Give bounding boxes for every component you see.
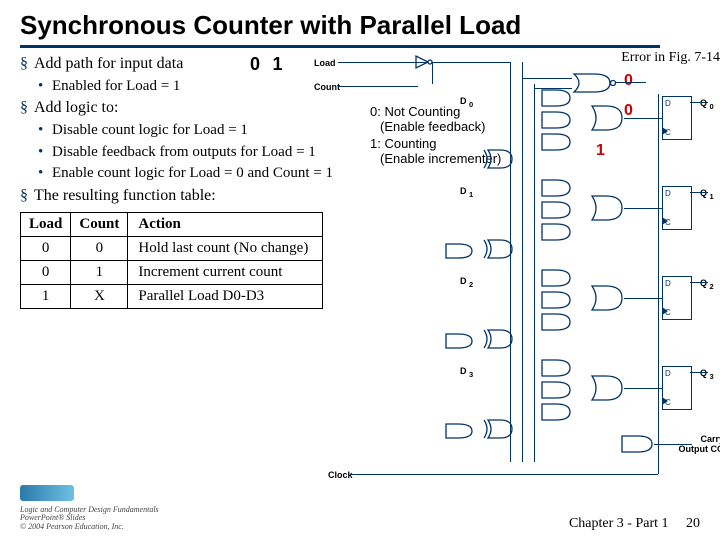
and-gate-icon [540,312,572,332]
xor-gate-icon [482,418,514,440]
and-gate-icon [540,268,572,288]
and-gate-icon [540,222,572,242]
bit-0: 0 [250,54,260,75]
th-load: Load [21,213,71,237]
divider [20,45,660,48]
function-table: Load Count Action 0 0 Hold last count (N… [20,212,323,309]
table-row: 0 1 Increment current count [21,261,323,285]
and-gate-icon [540,200,572,220]
slide-title: Synchronous Counter with Parallel Load [20,10,700,41]
or-gate-icon [590,104,624,132]
xor-gate-icon [482,238,514,260]
d-flip-flop: DC [662,276,692,320]
label-count: Count [314,82,340,92]
and-gate-icon [620,434,654,454]
and-gate-icon [540,380,572,400]
th-action: Action [128,213,323,237]
d-flip-flop: DC [662,96,692,140]
chapter-label: Chapter 3 - Part 1 [569,516,669,531]
and-gate-icon [540,358,572,378]
page-number: 20 [686,516,700,531]
table-row: 0 0 Hold last count (No change) [21,237,323,261]
bullet-3: The resulting function table: [34,187,216,204]
and-gate-icon [540,290,572,310]
d-flip-flop: DC [662,186,692,230]
pearson-logo [20,485,74,501]
th-count: Count [71,213,128,237]
and-gate-icon [540,178,572,198]
and-gate-icon [540,132,572,152]
and-gate-icon [444,332,474,350]
bit-1: 1 [272,54,282,75]
xor-gate-icon [482,148,514,170]
bullet-2-2: Disable feedback from outputs for Load =… [52,144,316,160]
not-gate-icon [414,54,434,70]
and-gate-icon [444,242,474,260]
bullet-1-1: Enabled for Load = 1 [52,78,180,94]
header-bits: 0 1 [250,54,290,75]
or-gate-icon [590,284,624,312]
circuit-diagram: Error in Fig. 7-14 Load Count 0 0 1 0: N… [390,54,720,494]
or-gate-icon [590,374,624,402]
and-gate-icon [540,88,572,108]
or-gate-icon [590,194,624,222]
d-flip-flop: DC [662,366,692,410]
and-gate-icon [540,402,572,422]
label-clock: Clock [328,470,353,480]
and-gate-icon [444,422,474,440]
label-load: Load [314,58,336,68]
bullet-2-3: Enable count logic for Load = 0 and Coun… [52,165,333,181]
and-gate-icon [540,110,572,130]
bullet-1: Add path for input data [34,55,183,72]
xor-gate-icon [482,328,514,350]
error-note: Error in Fig. 7-14 [621,50,720,66]
table-row: 1 X Parallel Load D0-D3 [21,285,323,309]
red-0-top: 0 [624,72,633,90]
bullet-list: §Add path for input data •Enabled for Lo… [20,54,380,206]
bullet-2: Add logic to: [34,99,118,116]
bullet-2-1: Disable count logic for Load = 1 [52,122,248,138]
footer-copyright: Logic and Computer Design Fundamentals P… [20,485,159,532]
